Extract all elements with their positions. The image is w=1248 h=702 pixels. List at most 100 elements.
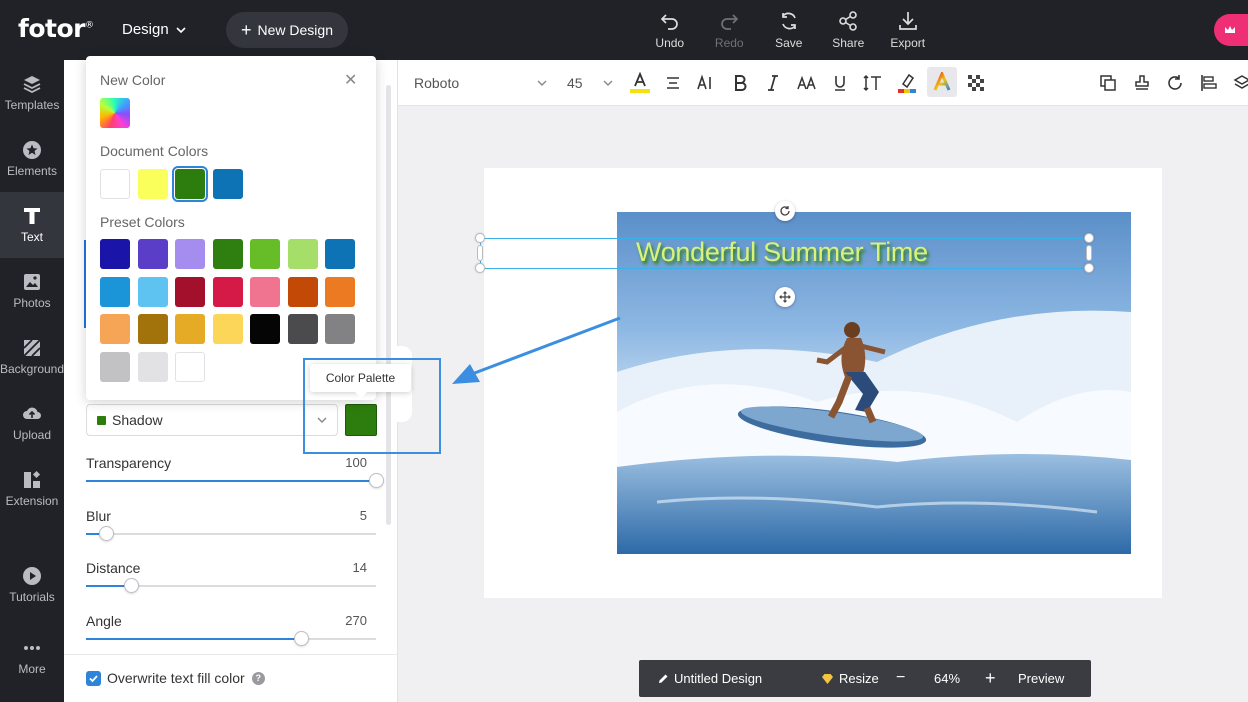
font-size-select[interactable]: 45 (567, 75, 583, 91)
resize-handle[interactable] (1084, 233, 1094, 243)
highlight-button[interactable] (895, 71, 919, 95)
preset-color-swatch[interactable] (287, 239, 318, 269)
resize-button[interactable]: Resize (821, 671, 879, 686)
nav-extension[interactable]: Extension (0, 456, 64, 522)
preset-color-swatch[interactable] (100, 276, 130, 307)
slider-knob[interactable] (293, 631, 309, 646)
case-button[interactable] (795, 71, 819, 95)
preset-color-swatch[interactable] (100, 314, 130, 344)
rotate-handle[interactable] (775, 201, 795, 221)
preset-color-swatch[interactable] (212, 314, 243, 344)
clone-style-button[interactable] (1130, 71, 1154, 95)
preset-color-swatch[interactable] (175, 314, 205, 344)
design-menu[interactable]: Design (122, 21, 187, 38)
bold-button[interactable] (728, 71, 752, 95)
text-effects-button[interactable] (927, 67, 957, 97)
preset-color-swatch[interactable] (325, 239, 355, 269)
preset-color-swatch[interactable] (137, 239, 168, 269)
chevron-down-icon (176, 26, 186, 33)
overwrite-checkbox[interactable] (86, 670, 101, 686)
resize-handle[interactable] (1086, 245, 1092, 261)
share-button[interactable]: Share (819, 10, 879, 50)
document-color-swatch[interactable] (100, 169, 130, 199)
preset-color-swatch[interactable] (100, 239, 130, 269)
nav-photos[interactable]: Photos (0, 258, 64, 324)
nav-tutorials[interactable]: Tutorials (0, 552, 64, 618)
panel-scrollbar[interactable] (386, 85, 391, 525)
preset-color-swatch[interactable] (175, 276, 205, 307)
preset-color-swatch[interactable] (137, 351, 168, 382)
preset-color-swatch[interactable] (137, 276, 168, 307)
elements-icon (23, 141, 41, 159)
slider-knob[interactable] (123, 578, 139, 593)
resize-handle[interactable] (477, 245, 483, 261)
document-colors-label: Document Colors (100, 143, 209, 159)
nav-text[interactable]: Text (0, 192, 64, 258)
preset-color-swatch[interactable] (175, 351, 205, 382)
preset-color-swatch[interactable] (100, 351, 130, 382)
overwrite-fill-option[interactable]: Overwrite text fill color ? (86, 670, 265, 686)
nav-elements[interactable]: Elements (0, 126, 64, 192)
preset-color-swatch[interactable] (250, 276, 280, 307)
zoom-in-button[interactable]: + (985, 668, 996, 689)
preset-color-swatch[interactable] (325, 314, 355, 344)
document-color-swatch[interactable] (212, 169, 243, 199)
flip-button[interactable] (1163, 71, 1187, 95)
align-button[interactable] (661, 71, 685, 95)
resize-handle[interactable] (1084, 263, 1094, 273)
preset-color-swatch[interactable] (137, 314, 168, 344)
effect-type-select[interactable]: Shadow (86, 404, 338, 436)
preset-color-swatch[interactable] (250, 239, 280, 269)
preset-color-swatch[interactable] (250, 314, 280, 344)
nav-more[interactable]: More (0, 624, 64, 690)
line-height-button[interactable] (861, 71, 885, 95)
transparency-button[interactable] (964, 71, 988, 95)
layers-button[interactable] (1230, 71, 1248, 95)
overwrite-label: Overwrite text fill color (107, 670, 245, 686)
duplicate-button[interactable] (1096, 71, 1120, 95)
close-icon[interactable]: ✕ (344, 70, 357, 90)
preset-color-swatch[interactable] (287, 314, 318, 344)
slider-track[interactable] (86, 473, 384, 488)
text-spacing-button[interactable] (694, 71, 718, 95)
nav-templates[interactable]: Templates (0, 60, 64, 126)
preset-color-swatch[interactable] (325, 276, 355, 307)
slider-track[interactable] (86, 526, 376, 541)
preview-button[interactable]: Preview (1018, 671, 1064, 686)
resize-handle[interactable] (475, 263, 485, 273)
fotor-logo[interactable]: fotor® (18, 14, 94, 43)
export-button[interactable]: Export (878, 10, 938, 50)
document-color-swatch[interactable] (137, 169, 168, 199)
canvas-text[interactable]: Wonderful Summer Time (636, 237, 928, 268)
new-color-swatch[interactable] (100, 98, 130, 128)
blur-label: Blur (86, 508, 111, 524)
nav-upload[interactable]: Upload (0, 390, 64, 456)
underline-button[interactable] (828, 71, 852, 95)
undo-button[interactable]: Undo (640, 10, 700, 50)
help-icon[interactable]: ? (251, 671, 265, 685)
upgrade-button[interactable] (1214, 14, 1248, 46)
move-handle[interactable] (775, 287, 795, 307)
preset-color-swatch[interactable] (175, 239, 205, 269)
text-icon (24, 208, 40, 224)
slider-track[interactable] (86, 578, 376, 593)
save-button[interactable]: Save (759, 10, 819, 50)
redo-button[interactable]: Redo (700, 10, 760, 50)
design-title-button[interactable]: Untitled Design (657, 671, 762, 686)
preset-color-swatch[interactable] (212, 239, 243, 269)
slider-track[interactable] (86, 631, 376, 646)
nav-background[interactable]: Background (0, 324, 64, 390)
text-color-button[interactable] (628, 71, 652, 95)
preset-color-swatch[interactable] (212, 276, 243, 307)
preset-color-swatch[interactable] (287, 276, 318, 307)
font-family-select[interactable]: Roboto (414, 75, 459, 91)
align-position-button[interactable] (1197, 71, 1221, 95)
export-icon (898, 12, 917, 30)
diamond-icon (822, 673, 833, 684)
resize-handle[interactable] (475, 233, 485, 243)
slider-knob[interactable] (369, 473, 384, 488)
document-color-swatch[interactable] (172, 166, 208, 202)
new-design-button[interactable]: + New Design (226, 12, 348, 48)
italic-button[interactable] (761, 71, 785, 95)
zoom-out-button[interactable]: − (896, 669, 905, 687)
